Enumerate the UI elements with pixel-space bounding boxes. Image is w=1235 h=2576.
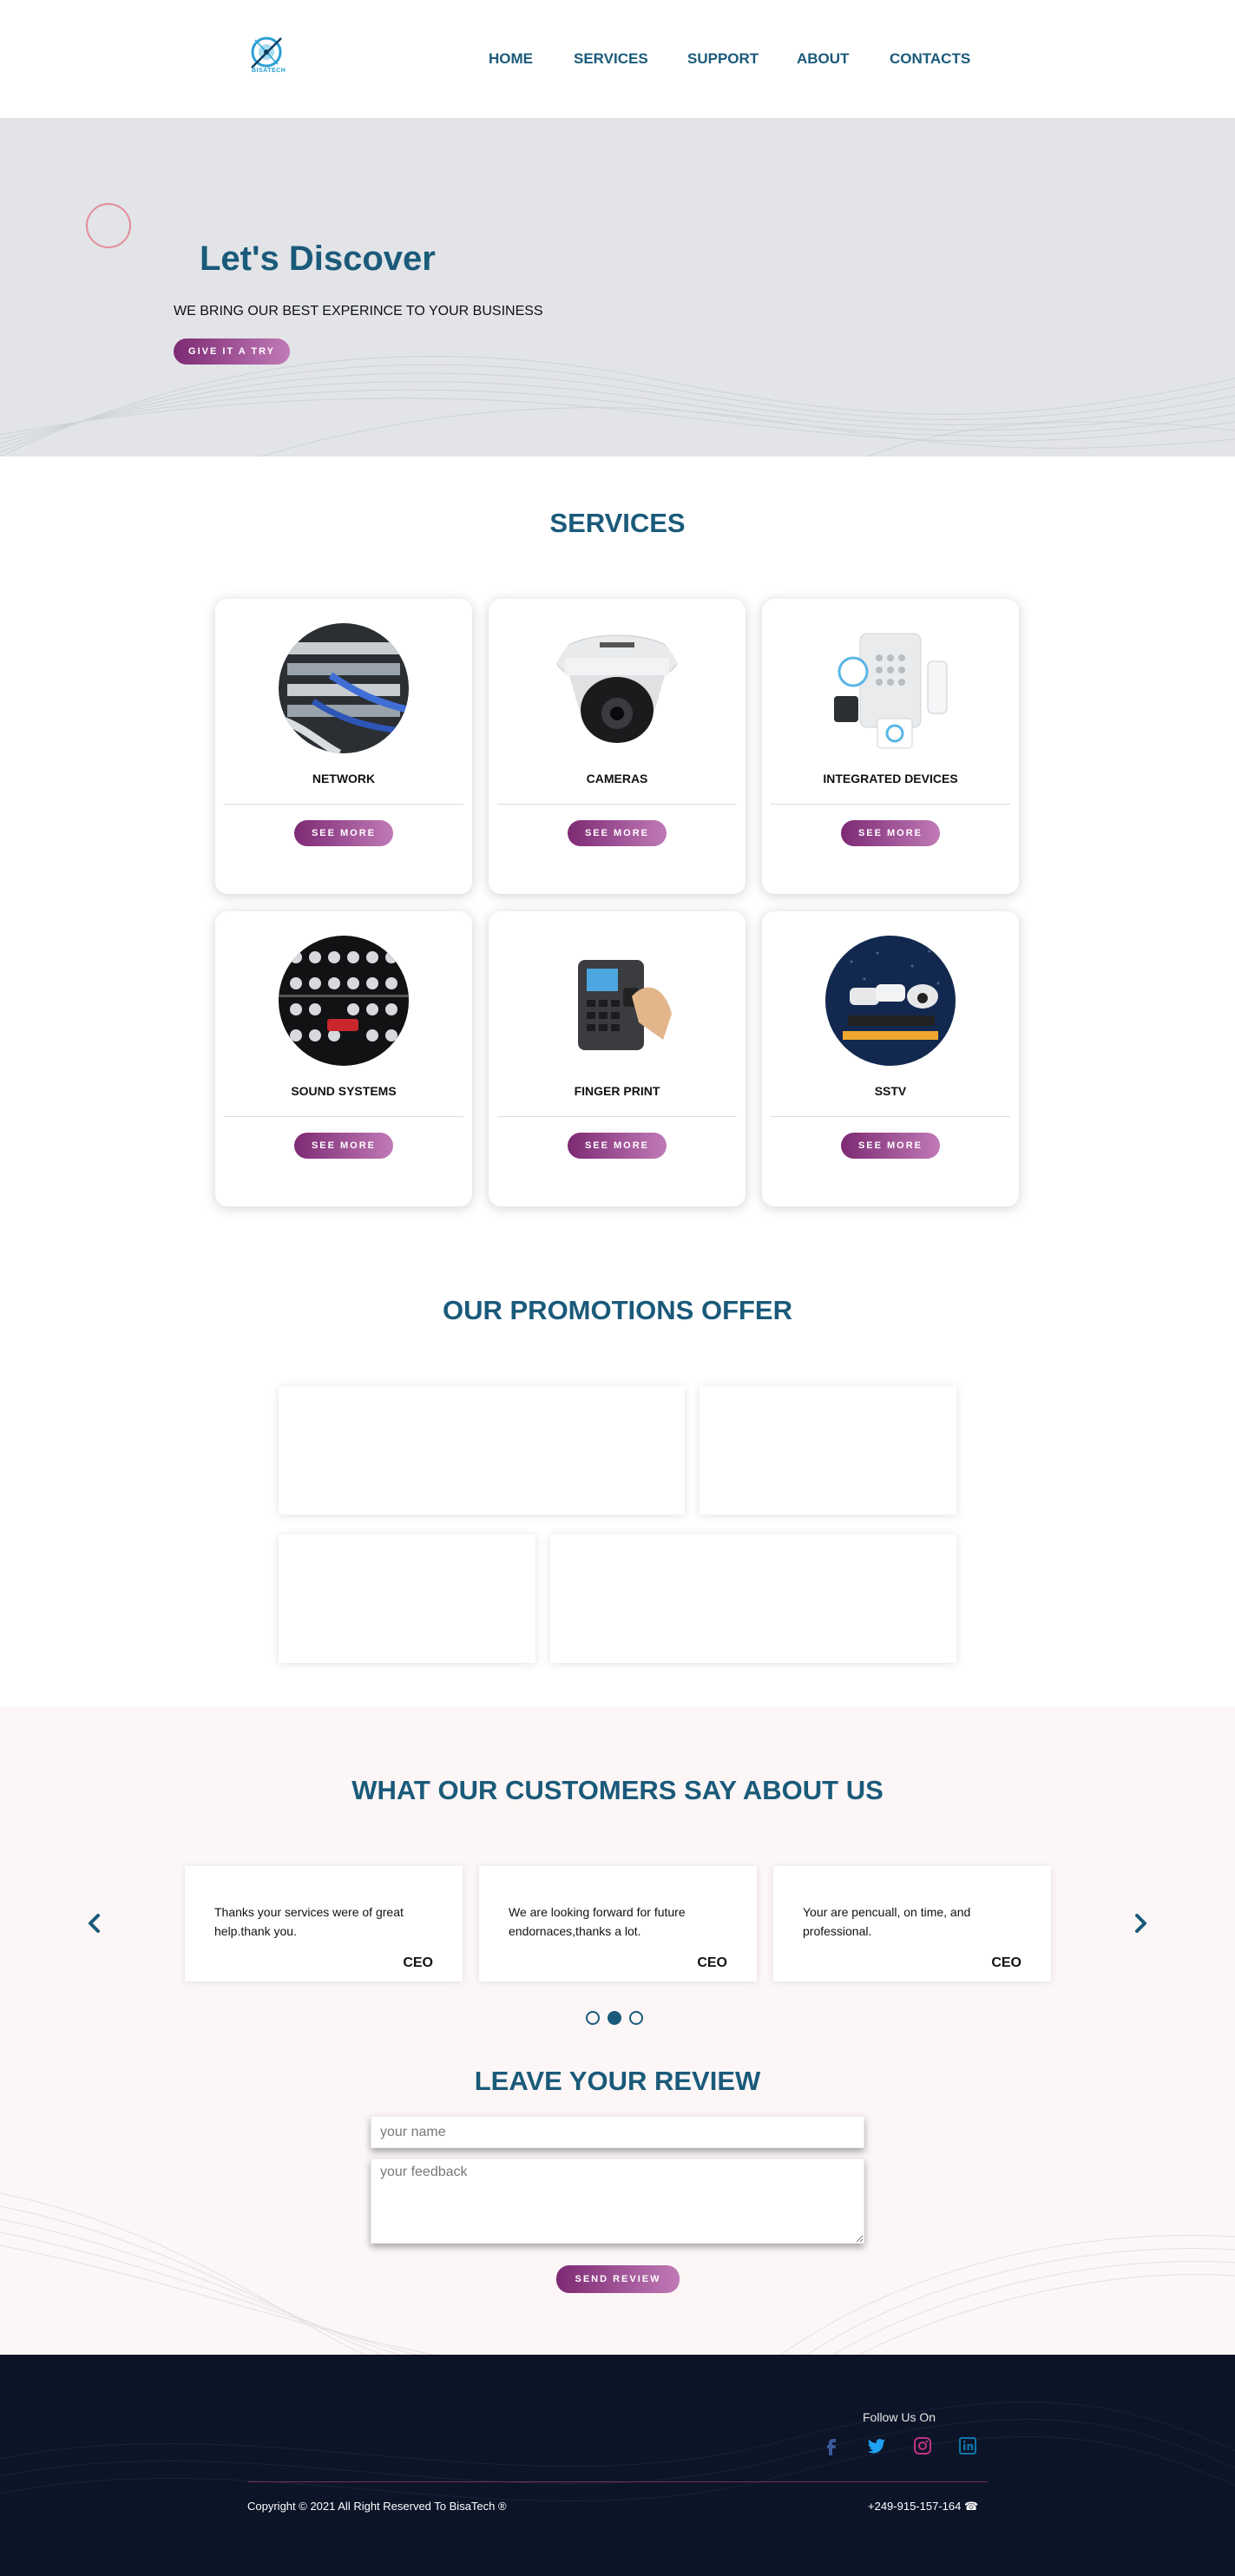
copyright-text: Copyright © 2021 All Right Reserved To B… xyxy=(247,2500,507,2513)
carousel-dot-1[interactable] xyxy=(586,2011,600,2025)
service-card-cameras: CAMERAS SEE MORE xyxy=(489,599,746,894)
card-divider xyxy=(224,1116,463,1117)
name-input[interactable] xyxy=(371,2116,864,2148)
nav-about[interactable]: ABOUT xyxy=(797,50,849,68)
service-card-sstv: SSTV SEE MORE xyxy=(762,911,1019,1206)
see-more-button[interactable]: SEE MORE xyxy=(568,1133,667,1159)
hero-title: Let's Discover xyxy=(200,240,436,278)
carousel-prev-icon[interactable] xyxy=(86,1913,102,1934)
carousel-next-icon[interactable] xyxy=(1133,1913,1149,1934)
promotions-title: OUR PROMOTIONS OFFER xyxy=(443,1295,792,1325)
twitter-icon[interactable] xyxy=(866,2435,887,2456)
instagram-icon[interactable] xyxy=(912,2435,933,2456)
testimonial-card: Your are pencuall, on time, and professi… xyxy=(773,1866,1051,1981)
give-it-a-try-button[interactable]: GIVE IT A TRY xyxy=(174,338,290,365)
service-name: SOUND SYSTEMS xyxy=(291,1084,397,1098)
site-footer: Follow Us On Copyright © 2021 All Right … xyxy=(0,2355,1235,2576)
card-divider xyxy=(771,1116,1010,1117)
review-title: LEAVE YOUR REVIEW xyxy=(474,2066,761,2096)
service-card-network: NETWORK SEE MORE xyxy=(215,599,472,894)
site-header: BISATECH HOME SERVICES SUPPORT ABOUT CON… xyxy=(0,0,1235,118)
service-card-sound-systems: SOUND SYSTEMS SEE MORE xyxy=(215,911,472,1206)
service-name: CAMERAS xyxy=(586,772,648,785)
carousel-dot-2[interactable] xyxy=(608,2011,621,2025)
promo-card[interactable] xyxy=(279,1386,685,1515)
service-card-integrated-devices: INTEGRATED DEVICES SEE MORE xyxy=(762,599,1019,894)
see-more-button[interactable]: SEE MORE xyxy=(294,1133,393,1159)
testimonial-text: We are looking forward for future endorn… xyxy=(509,1905,686,1938)
integrated-devices-image xyxy=(825,623,956,753)
service-name: FINGER PRINT xyxy=(574,1084,660,1098)
send-review-button[interactable]: SEND REVIEW xyxy=(556,2265,680,2293)
linkedin-icon[interactable] xyxy=(957,2435,978,2456)
card-divider xyxy=(497,1116,737,1117)
card-divider xyxy=(497,804,737,805)
card-divider xyxy=(224,804,463,805)
follow-us-label: Follow Us On xyxy=(863,2410,936,2424)
sstv-image xyxy=(825,936,956,1066)
testimonial-role: CEO xyxy=(403,1955,433,1970)
footer-wave-decoration xyxy=(0,2402,1235,2502)
testimonial-card: Thanks your services were of great help.… xyxy=(185,1866,463,1981)
testimonial-card: We are looking forward for future endorn… xyxy=(479,1866,757,1981)
hero-section: Let's Discover WE BRING OUR BEST EXPERIN… xyxy=(0,118,1235,457)
card-divider xyxy=(771,804,1010,805)
testimonials-title: WHAT OUR CUSTOMERS SAY ABOUT US xyxy=(351,1775,884,1805)
see-more-button[interactable]: SEE MORE xyxy=(841,820,940,846)
testimonial-role: CEO xyxy=(991,1955,1022,1970)
camera-image xyxy=(552,623,682,753)
promo-card[interactable] xyxy=(550,1534,956,1663)
service-name: INTEGRATED DEVICES xyxy=(823,772,958,785)
testimonial-text: Thanks your services were of great help.… xyxy=(214,1905,404,1938)
carousel-dot-3[interactable] xyxy=(629,2011,643,2025)
network-image xyxy=(279,623,409,753)
sound-system-image xyxy=(279,936,409,1066)
decorative-circle xyxy=(86,203,131,248)
hero-subtitle: WE BRING OUR BEST EXPERINCE TO YOUR BUSI… xyxy=(174,304,543,319)
see-more-button[interactable]: SEE MORE xyxy=(568,820,667,846)
testimonial-text: Your are pencuall, on time, and professi… xyxy=(803,1905,971,1938)
promo-card[interactable] xyxy=(279,1534,535,1663)
service-name: NETWORK xyxy=(312,772,376,785)
promo-card[interactable] xyxy=(700,1386,956,1515)
hero-wave-decoration xyxy=(0,355,1235,457)
facebook-icon[interactable] xyxy=(821,2435,842,2456)
service-card-finger-print: FINGER PRINT SEE MORE xyxy=(489,911,746,1206)
see-more-button[interactable]: SEE MORE xyxy=(294,820,393,846)
service-name: SSTV xyxy=(874,1084,907,1098)
see-more-button[interactable]: SEE MORE xyxy=(841,1133,940,1159)
nav-services[interactable]: SERVICES xyxy=(574,50,648,68)
phone-number: +249-915-157-164 ☎ xyxy=(868,2500,979,2513)
nav-support[interactable]: SUPPORT xyxy=(687,50,759,68)
footer-divider xyxy=(247,2481,988,2482)
nav-contacts[interactable]: CONTACTS xyxy=(890,50,970,68)
services-title: SERVICES xyxy=(549,508,686,538)
feedback-textarea[interactable] xyxy=(371,2159,864,2244)
logo-text: BISATECH xyxy=(252,68,286,74)
logo-icon[interactable] xyxy=(245,33,288,83)
finger-print-image xyxy=(552,936,682,1066)
testimonial-role: CEO xyxy=(697,1955,727,1970)
nav-home[interactable]: HOME xyxy=(489,50,533,68)
